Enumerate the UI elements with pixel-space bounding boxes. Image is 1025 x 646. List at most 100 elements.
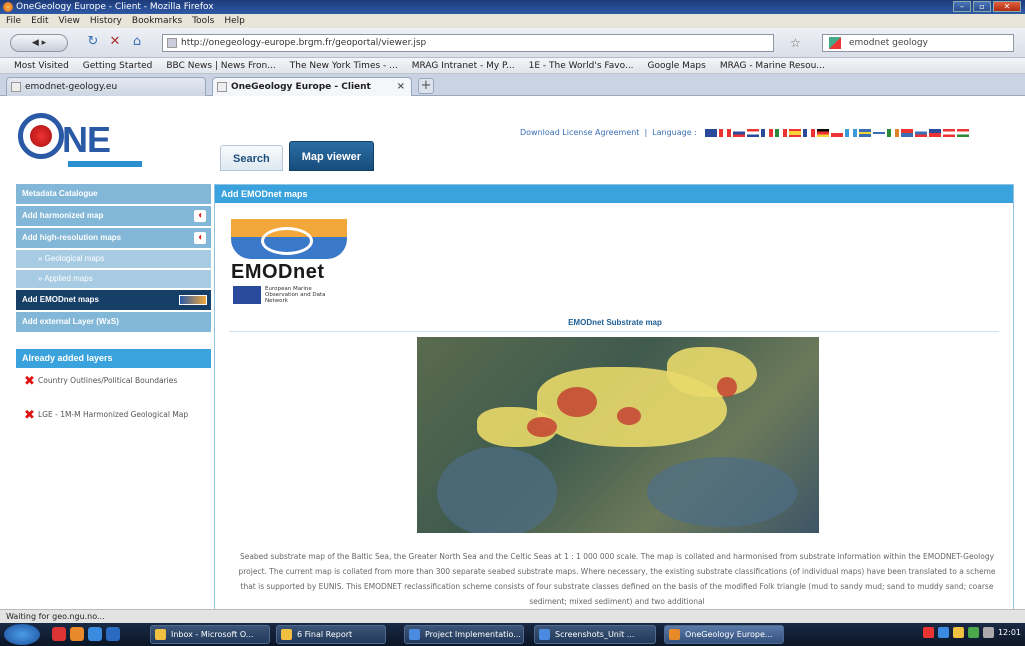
close-tab-icon[interactable]: × — [397, 78, 405, 96]
menu-bookmarks[interactable]: Bookmarks — [132, 14, 182, 28]
taskbar-item-active[interactable]: OneGeology Europe... — [664, 625, 784, 644]
already-added-header: Already added layers — [16, 349, 211, 368]
logo-ring-icon — [18, 113, 64, 159]
sidebar-item-add-harmonized-map[interactable]: Add harmonized map ◖ — [16, 206, 211, 226]
word-icon — [539, 629, 550, 640]
folder-icon — [281, 629, 292, 640]
menu-file[interactable]: File — [6, 14, 21, 28]
main-panel-header: Add EMODnet maps — [215, 185, 1013, 203]
browser-tab[interactable]: emodnet-geology.eu — [6, 77, 206, 96]
bookmark-item[interactable]: Getting Started — [83, 58, 153, 73]
quicklaunch-icon[interactable] — [52, 627, 66, 641]
tray-icon[interactable] — [967, 627, 979, 638]
sidebar-item-applied-maps[interactable]: » Applied maps — [16, 270, 211, 288]
page-tabs: Search Map viewer — [220, 141, 375, 171]
flag-icon[interactable] — [732, 128, 745, 137]
flag-icon[interactable] — [718, 128, 731, 137]
flag-icon[interactable] — [816, 128, 829, 137]
window-titlebar: OneGeology Europe - Client - Mozilla Fir… — [0, 0, 1025, 14]
flag-icon[interactable] — [844, 128, 857, 137]
download-license-link[interactable]: Download License Agreement — [520, 128, 639, 137]
flag-icon[interactable] — [872, 128, 885, 137]
sidebar-item-label: Add harmonized map — [22, 211, 104, 220]
sidebar-item-add-high-resolution-maps[interactable]: Add high-resolution maps ◖ — [16, 228, 211, 248]
window-title: OneGeology Europe - Client - Mozilla Fir… — [16, 2, 214, 12]
flag-icon[interactable] — [788, 128, 801, 137]
close-window-button[interactable]: ✕ — [993, 1, 1021, 12]
logo-text: NE — [62, 119, 111, 160]
flag-icon[interactable] — [886, 128, 899, 137]
firefox-icon — [669, 629, 680, 640]
bookmark-item[interactable]: Most Visited — [14, 58, 69, 73]
taskbar-item[interactable]: Inbox - Microsoft O... — [150, 625, 270, 644]
stop-icon[interactable]: ✕ — [108, 35, 122, 49]
maximize-button[interactable]: ▫ — [973, 1, 991, 12]
flag-icon[interactable] — [858, 128, 871, 137]
start-button[interactable] — [4, 624, 40, 645]
menu-view[interactable]: View — [59, 14, 80, 28]
onegeology-logo[interactable]: NE — [18, 113, 148, 169]
emodnet-tagline: European Marine Observation and Data Net… — [265, 286, 326, 304]
system-tray: 12:01 — [922, 627, 1021, 638]
tray-icon[interactable] — [937, 627, 949, 638]
search-bar[interactable]: emodnet geology — [822, 34, 1014, 52]
substrate-map-image[interactable] — [417, 337, 819, 533]
remove-layer-icon[interactable]: ✖ — [24, 409, 35, 422]
menu-edit[interactable]: Edit — [31, 14, 48, 28]
clock[interactable]: 12:01 — [998, 628, 1021, 637]
flag-icon[interactable] — [900, 128, 913, 137]
flag-icon[interactable] — [942, 128, 955, 137]
flag-icon[interactable] — [760, 128, 773, 137]
bookmark-item[interactable]: MRAG Intranet - My P... — [412, 58, 515, 73]
new-tab-button[interactable]: + — [418, 78, 434, 94]
flag-icon[interactable] — [914, 128, 927, 137]
volume-icon[interactable] — [982, 627, 994, 638]
firefox-icon[interactable] — [70, 627, 84, 641]
flag-icon[interactable] — [956, 128, 969, 137]
site-favicon-icon — [167, 38, 177, 48]
minimize-button[interactable]: – — [953, 1, 971, 12]
quicklaunch-icon[interactable] — [88, 627, 102, 641]
taskbar-item[interactable]: 6 Final Report — [276, 625, 386, 644]
sidebar-item-geological-maps[interactable]: » Geological maps — [16, 250, 211, 268]
remove-layer-icon[interactable]: ✖ — [24, 375, 35, 388]
browser-tab-active[interactable]: OneGeology Europe - Client × — [212, 77, 412, 96]
flag-icon[interactable] — [774, 128, 787, 137]
word-icon — [409, 629, 420, 640]
sidebar-item-label: Add high-resolution maps — [22, 233, 122, 242]
sidebar-item-add-emodnet-maps[interactable]: Add EMODnet maps — [16, 290, 211, 310]
url-bar[interactable]: http://onegeology-europe.brgm.fr/geoport… — [162, 34, 774, 52]
navigation-toolbar: ◀ ▸ ↻ ✕ ⌂ http://onegeology-europe.brgm.… — [0, 28, 1025, 58]
taskbar-item[interactable]: Screenshots_Unit ... — [534, 625, 656, 644]
tray-icon[interactable] — [952, 627, 964, 638]
bookmark-item[interactable]: Google Maps — [648, 58, 706, 73]
bookmark-item[interactable]: BBC News | News Fron... — [166, 58, 275, 73]
flag-icon[interactable] — [928, 128, 941, 137]
bookmark-item[interactable]: 1E - The World's Favo... — [529, 58, 634, 73]
taskbar: Inbox - Microsoft O... 6 Final Report Pr… — [0, 623, 1025, 646]
home-icon[interactable]: ⌂ — [130, 35, 144, 49]
flag-icon[interactable] — [830, 128, 843, 137]
menu-tools[interactable]: Tools — [192, 14, 214, 28]
menu-help[interactable]: Help — [224, 14, 245, 28]
sidebar-item-add-external-layer[interactable]: Add external Layer (WxS) — [16, 312, 211, 332]
menu-bar: File Edit View History Bookmarks Tools H… — [0, 14, 1025, 28]
sidebar-item-metadata-catalogue[interactable]: Metadata Catalogue — [16, 184, 211, 204]
bookmark-star-icon[interactable]: ☆ — [790, 36, 801, 50]
reload-icon[interactable]: ↻ — [86, 35, 100, 49]
menu-history[interactable]: History — [90, 14, 122, 28]
taskbar-item[interactable]: Project Implementatio... — [404, 625, 524, 644]
flag-icon[interactable] — [704, 128, 717, 137]
added-layer-item: ✖ LGE - 1M-M Harmonized Geological Map — [16, 409, 211, 432]
map-title: EMODnet Substrate map — [568, 318, 662, 327]
tab-search[interactable]: Search — [220, 145, 283, 171]
flag-icon[interactable] — [746, 128, 759, 137]
tray-icon[interactable] — [922, 627, 934, 638]
taskbar-item-label: Inbox - Microsoft O... — [171, 630, 254, 639]
quicklaunch-icon[interactable] — [106, 627, 120, 641]
flag-icon[interactable] — [802, 128, 815, 137]
bookmark-item[interactable]: The New York Times - ... — [290, 58, 398, 73]
bookmark-item[interactable]: MRAG - Marine Resou... — [720, 58, 825, 73]
back-button[interactable]: ◀ ▸ — [10, 34, 68, 52]
tab-map-viewer[interactable]: Map viewer — [288, 141, 375, 171]
